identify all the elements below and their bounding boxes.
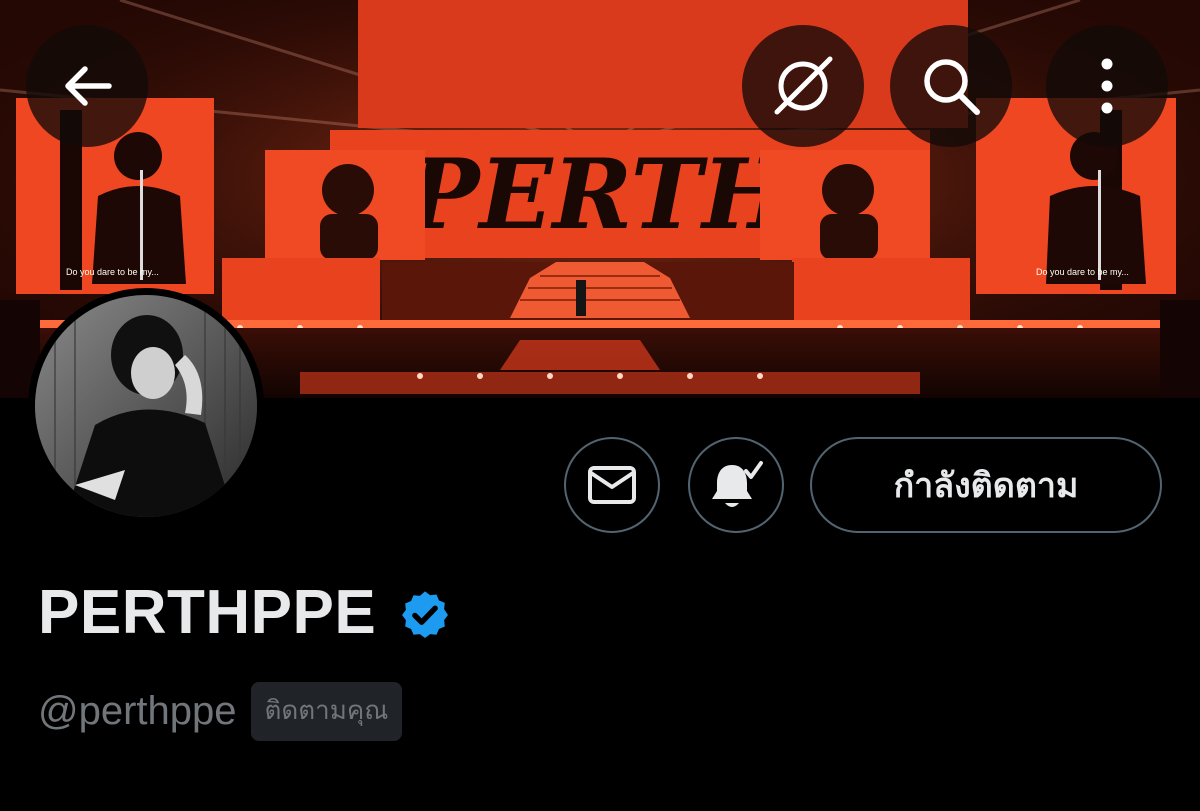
screen-caption-left: Do you dare to be my... xyxy=(66,267,159,277)
avatar-photo xyxy=(35,295,257,517)
grok-icon xyxy=(774,56,833,115)
handle-row: @perthppe ติดตามคุณ xyxy=(38,682,403,741)
more-options-button[interactable] xyxy=(1046,25,1168,147)
screen-caption-right: Do you dare to be my... xyxy=(1036,267,1129,277)
more-vertical-icon xyxy=(1101,58,1113,114)
grok-button[interactable] xyxy=(742,25,864,147)
notifications-button[interactable] xyxy=(688,437,784,533)
profile-avatar[interactable] xyxy=(28,288,264,524)
verified-badge-icon[interactable] xyxy=(398,588,452,642)
search-icon xyxy=(924,59,980,115)
envelope-icon xyxy=(588,466,636,504)
arrow-left-icon xyxy=(65,66,112,106)
message-button[interactable] xyxy=(564,437,660,533)
following-button[interactable]: กำลังติดตาม xyxy=(810,437,1162,533)
search-button[interactable] xyxy=(890,25,1012,147)
follows-you-badge: ติดตามคุณ xyxy=(250,682,403,741)
back-button[interactable] xyxy=(26,25,148,147)
display-name: PERTHPPE xyxy=(38,578,377,647)
bell-check-icon xyxy=(712,461,763,507)
following-label: กำลังติดตาม xyxy=(893,466,1079,506)
user-handle: @perthppe xyxy=(38,689,237,733)
screen-title: PERTH xyxy=(404,138,796,251)
display-name-row: PERTHPPE xyxy=(38,578,452,648)
